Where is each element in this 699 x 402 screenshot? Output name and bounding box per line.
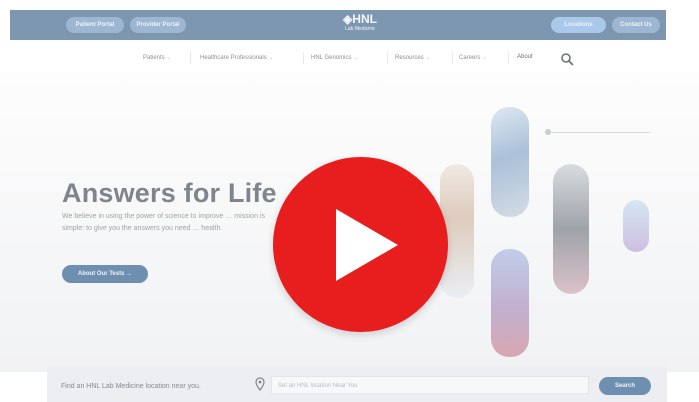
location-search-input[interactable]: Set an HNL location Near You <box>271 376 589 394</box>
lab-image-capsule <box>491 107 529 217</box>
nav-divider <box>387 52 388 64</box>
nav-item-resources[interactable]: Resources ⌄ <box>395 54 430 61</box>
search-icon[interactable] <box>560 52 574 66</box>
nav-item-about[interactable]: About <box>517 54 533 60</box>
location-search-button[interactable]: Search <box>599 377 651 395</box>
play-icon <box>336 209 398 281</box>
chevron-down-icon: ⌄ <box>353 55 359 61</box>
logo-text: HNL <box>352 12 377 26</box>
nav-item-healthcare-professionals[interactable]: Healthcare Professionals ⌄ <box>200 54 273 61</box>
hnl-logo[interactable]: ◈HNL Lab Medicine <box>335 12 385 33</box>
slider-knob[interactable] <box>545 129 551 135</box>
arrow-right-icon: → <box>126 271 133 277</box>
patient-portal-button[interactable]: Patient Portal <box>66 17 124 33</box>
nav-divider <box>190 52 191 64</box>
chevron-down-icon: ⌄ <box>425 55 431 61</box>
video-play-button[interactable] <box>273 157 448 332</box>
locations-button[interactable]: Locations <box>551 17 606 33</box>
slider-track <box>548 132 650 133</box>
nav-divider <box>508 52 509 64</box>
chevron-down-icon: ⌄ <box>166 55 172 61</box>
nav-item-patients[interactable]: Patients ⌄ <box>143 54 171 61</box>
hero-title: Answers for Life <box>62 178 277 208</box>
provider-portal-button[interactable]: Provider Portal <box>130 17 186 33</box>
lab-image-capsule <box>491 249 529 357</box>
nav-divider <box>452 52 453 64</box>
chevron-down-icon: ⌄ <box>268 55 274 61</box>
location-pin-icon <box>255 377 265 391</box>
nav-item-careers[interactable]: Careers ⌄ <box>459 54 487 61</box>
nav-divider <box>303 52 304 64</box>
about-our-tests-button[interactable]: About Our Tests → <box>62 265 148 283</box>
chevron-down-icon: ⌄ <box>482 55 488 61</box>
location-finder-label: Find an HNL Lab Medicine location near y… <box>61 383 201 390</box>
logo-diamond-icon: ◈ <box>343 12 353 26</box>
logo-subtitle: Lab Medicine <box>345 26 375 32</box>
contact-us-button[interactable]: Contact Us <box>612 17 660 33</box>
nav-item-hnl-genomics[interactable]: HNL Genomics ⌄ <box>311 54 358 61</box>
lab-image-capsule <box>623 200 649 252</box>
hero-description: We believe in using the power of science… <box>62 213 265 232</box>
main-nav: Patients ⌄ Healthcare Professionals ⌄ HN… <box>10 46 666 72</box>
lab-image-capsule <box>553 164 589 294</box>
